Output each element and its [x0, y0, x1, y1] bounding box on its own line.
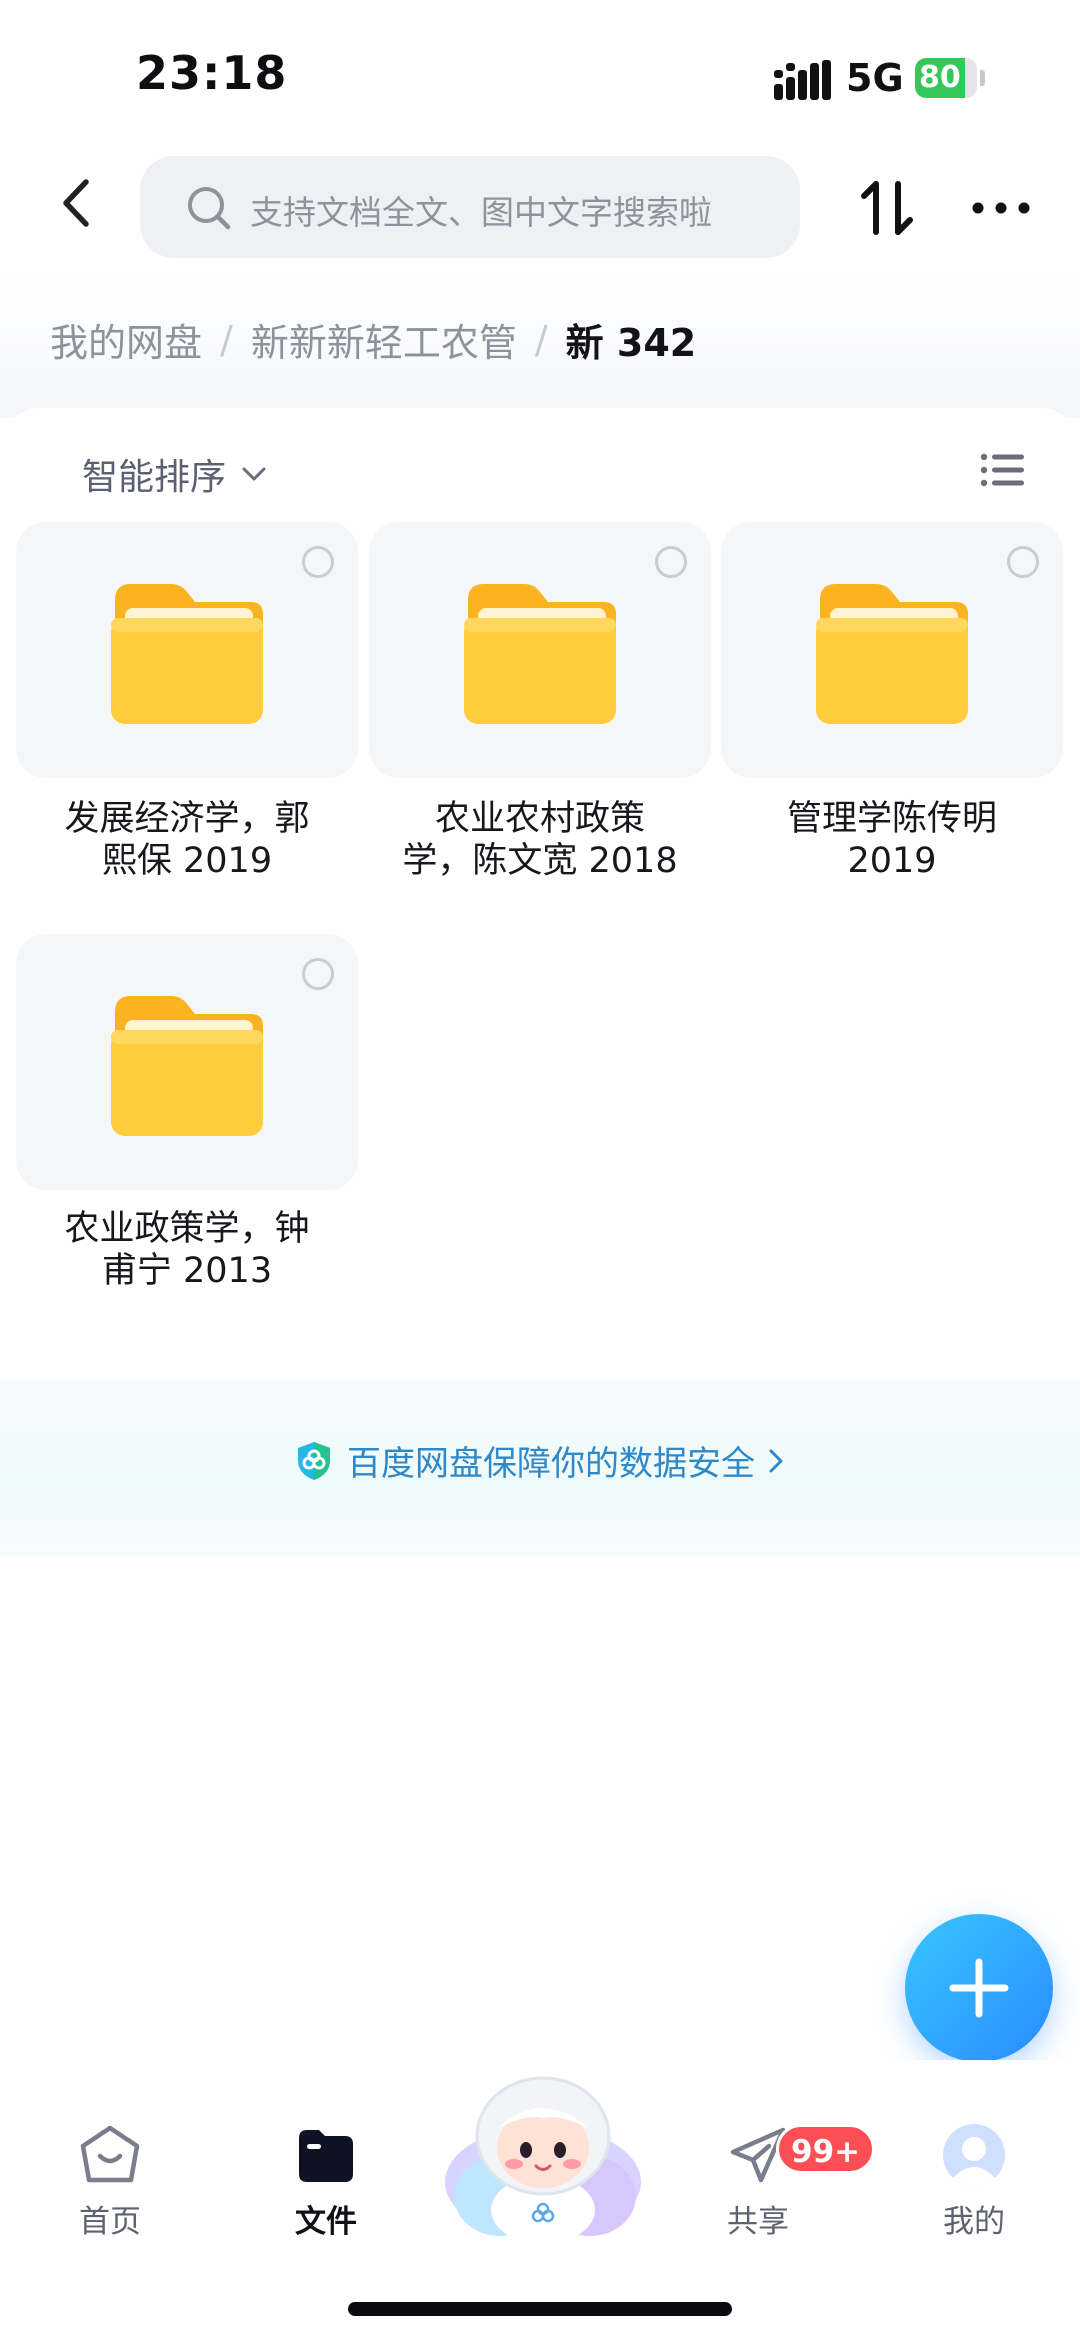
- folder-name: 农业政策学，钟 甫宁 2013: [16, 1208, 358, 1292]
- search-icon: [188, 187, 231, 230]
- nav-label: 首页: [79, 2204, 141, 2240]
- transfer-sort-icon[interactable]: [860, 176, 916, 240]
- plus-icon: [949, 1958, 1009, 2018]
- battery-level: 80: [919, 60, 961, 95]
- folder-name: 农业农村政策 学，陈文宽 2018: [369, 798, 711, 882]
- folder-icon: [111, 996, 263, 1136]
- folder-card[interactable]: [369, 522, 711, 778]
- folder-icon: [464, 584, 616, 724]
- breadcrumb-item-parent[interactable]: 新新新轻工农管: [251, 312, 517, 367]
- home-indicator: [348, 2302, 732, 2316]
- assistant-mascot-icon[interactable]: [440, 2070, 646, 2246]
- folder-card[interactable]: [16, 522, 358, 778]
- folder-name: 管理学陈传明 2019: [721, 798, 1063, 882]
- folder-name: 发展经济学，郭 熙保 2019: [16, 798, 358, 882]
- sort-label: 智能排序: [82, 457, 227, 498]
- folder-name-line: 熙保 2019: [101, 841, 273, 881]
- nav-label: 文件: [295, 2204, 357, 2240]
- network-type: 5G: [846, 56, 904, 100]
- security-banner-text: 百度网盘保障你的数据安全: [347, 1444, 755, 1484]
- chevron-down-icon: [242, 467, 266, 481]
- folder-card[interactable]: [16, 934, 358, 1190]
- security-banner[interactable]: 百度网盘保障你的数据安全: [0, 1380, 1080, 1556]
- signal-strength-icon: [774, 60, 831, 100]
- file-folder-icon: [299, 2130, 353, 2182]
- nav-item-home[interactable]: 首页: [40, 2122, 180, 2241]
- select-checkbox[interactable]: [302, 546, 334, 578]
- breadcrumb-separator: /: [534, 317, 548, 362]
- back-icon[interactable]: [52, 168, 102, 238]
- breadcrumb-current: 新 342: [565, 321, 697, 365]
- folder-name-line: 农业政策学，钟: [64, 1209, 310, 1249]
- nav-item-files[interactable]: 文件: [256, 2122, 396, 2241]
- search-input[interactable]: 支持文档全文、图中文字搜索啦: [140, 156, 800, 258]
- nav-label: 我的: [943, 2204, 1005, 2240]
- avatar-icon: [943, 2124, 1005, 2186]
- nav-label: 共享: [727, 2204, 789, 2240]
- folder-card[interactable]: [721, 522, 1063, 778]
- select-checkbox[interactable]: [302, 958, 334, 990]
- nav-item-me[interactable]: 我的: [904, 2122, 1044, 2241]
- folder-name-line: 甫宁 2013: [101, 1251, 273, 1291]
- folder-icon: [816, 584, 968, 724]
- select-checkbox[interactable]: [1007, 546, 1039, 578]
- search-placeholder: 支持文档全文、图中文字搜索啦: [250, 193, 712, 232]
- share-badge: 99+: [776, 2124, 876, 2174]
- folder-name-line: 管理学陈传明: [786, 799, 997, 839]
- home-icon: [80, 2125, 140, 2183]
- more-icon[interactable]: [970, 196, 1032, 220]
- folder-name-line: 学，陈文宽 2018: [402, 841, 678, 881]
- breadcrumb-item-root[interactable]: 我的网盘: [50, 312, 202, 367]
- sort-dropdown[interactable]: 智能排序: [82, 448, 268, 500]
- battery-indicator: 80: [915, 58, 987, 98]
- folder-name-line: 2019: [847, 841, 937, 881]
- select-checkbox[interactable]: [655, 546, 687, 578]
- shield-icon: [298, 1441, 330, 1480]
- folder-icon: [111, 584, 263, 724]
- add-button[interactable]: [905, 1914, 1053, 2062]
- chevron-right-icon: [769, 1449, 783, 1472]
- battery-cap: [980, 70, 985, 86]
- folder-name-line: 农业农村政策: [434, 799, 645, 839]
- breadcrumb: 我的网盘 / 新新新轻工农管 / 新 342: [50, 312, 696, 367]
- list-view-icon[interactable]: [980, 452, 1024, 488]
- status-time: 23:18: [136, 46, 288, 100]
- breadcrumb-separator: /: [220, 317, 233, 362]
- folder-name-line: 发展经济学，郭: [64, 799, 310, 839]
